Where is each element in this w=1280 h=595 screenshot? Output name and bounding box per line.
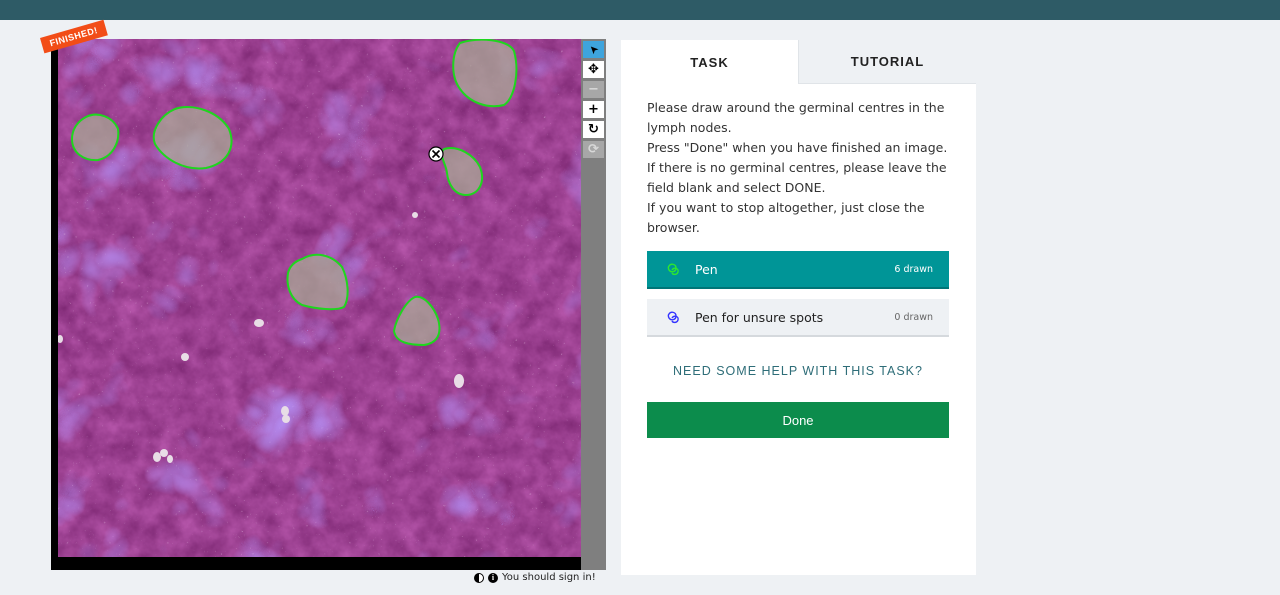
reset-glyph: ⟳ — [588, 142, 599, 157]
tab-tutorial[interactable]: TUTORIAL — [798, 40, 976, 84]
rotate-icon[interactable]: ↻ — [583, 121, 604, 138]
pen-tool-count: 6 drawn — [894, 263, 933, 275]
instruction-line: If there is no germinal centres, please … — [647, 160, 947, 195]
unsure-pen-tool-label: Pen for unsure spots — [695, 309, 824, 325]
pointer-glyph: ➤ — [585, 41, 602, 58]
signin-footer: i You should sign in! — [474, 572, 596, 583]
minus-icon[interactable]: − — [583, 81, 604, 98]
done-button[interactable]: Done — [647, 402, 949, 438]
task-instructions: Please draw around the germinal centres … — [647, 98, 957, 238]
pointer-icon[interactable]: ➤ — [583, 41, 604, 58]
move-glyph: ✥ — [588, 62, 599, 77]
plus-icon[interactable]: + — [583, 101, 604, 118]
info-icon[interactable]: i — [488, 572, 498, 583]
task-panel: TASK TUTORIAL Please draw around the ger… — [621, 40, 976, 575]
instruction-line: Please draw around the germinal centres … — [647, 100, 945, 135]
tissue-canvas[interactable] — [58, 39, 581, 557]
unsure-pen-tool-count: 0 drawn — [894, 311, 933, 323]
help-link[interactable]: NEED SOME HELP WITH THIS TASK? — [647, 364, 949, 378]
contrast-icon[interactable] — [474, 572, 484, 583]
pen-tool-label: Pen — [695, 261, 718, 277]
zoom-out-glyph: − — [588, 82, 599, 97]
unsure-pen-icon — [667, 311, 679, 324]
info-glyph: i — [491, 573, 495, 582]
image-toolbar: ➤ ✥ − + ↻ ⟳ — [581, 39, 606, 570]
rotate-glyph: ↻ — [588, 122, 599, 137]
top-banner — [0, 0, 1280, 20]
instruction-line: If you want to stop altogether, just clo… — [647, 200, 925, 235]
tissue-image[interactable] — [58, 39, 581, 557]
subject-viewer[interactable] — [51, 39, 581, 570]
delete-mark-icon[interactable] — [428, 146, 444, 162]
pen-icon — [667, 263, 679, 276]
reset-icon[interactable]: ⟳ — [583, 141, 604, 158]
instruction-line: Press "Done" when you have finished an i… — [647, 140, 948, 155]
signin-notice: You should sign in! — [502, 572, 596, 583]
move-icon[interactable]: ✥ — [583, 61, 604, 78]
pen-tool-button[interactable]: Pen 6 drawn — [647, 251, 949, 289]
tab-task[interactable]: TASK — [621, 40, 798, 84]
zoom-in-glyph: + — [588, 102, 599, 117]
unsure-pen-tool-button[interactable]: Pen for unsure spots 0 drawn — [647, 299, 949, 337]
